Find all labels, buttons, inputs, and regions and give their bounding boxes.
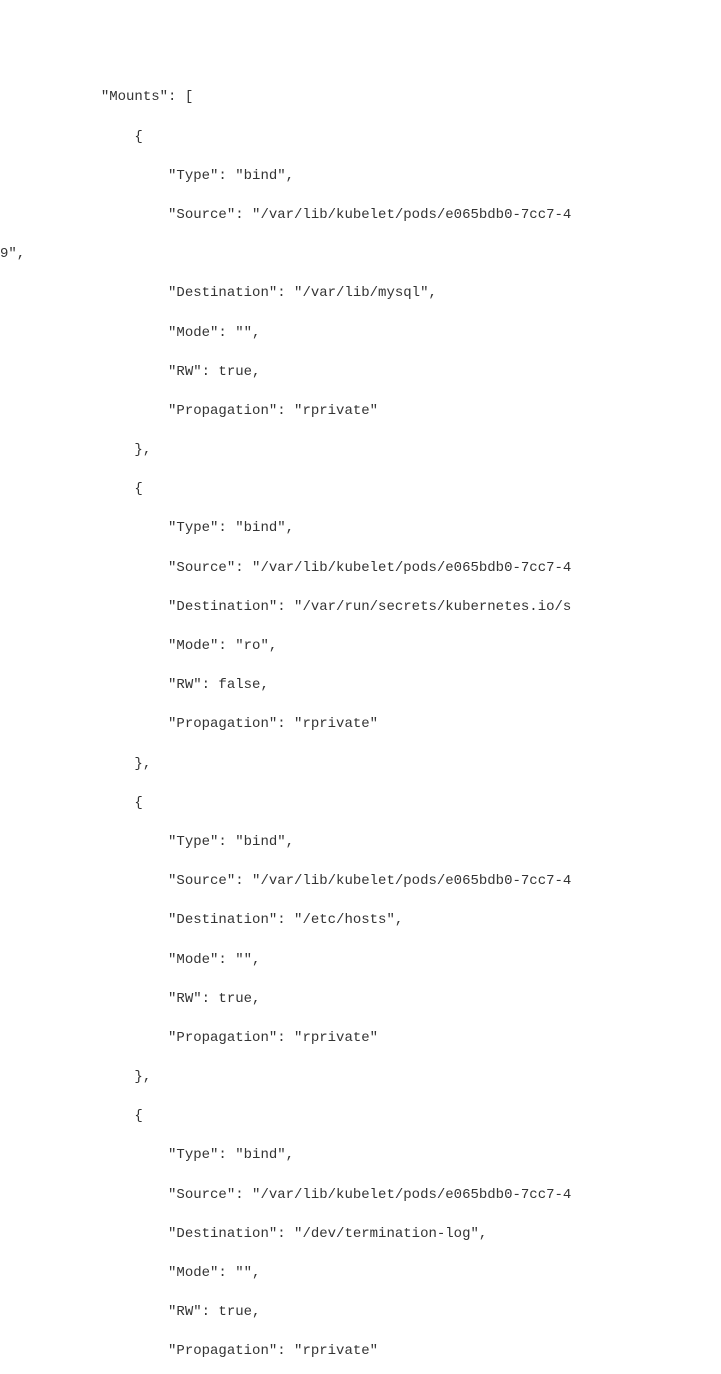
- code-line: "Source": "/var/lib/kubelet/pods/e065bdb…: [0, 1186, 721, 1206]
- code-line: "Type": "bind",: [0, 833, 721, 853]
- code-line: },: [0, 441, 721, 461]
- code-line: "Source": "/var/lib/kubelet/pods/e065bdb…: [0, 206, 721, 226]
- code-line: "Mode": "ro",: [0, 637, 721, 657]
- code-line: "Destination": "/dev/termination-log",: [0, 1225, 721, 1245]
- code-line: "Mode": "",: [0, 951, 721, 971]
- code-line: "Mounts": [: [0, 88, 721, 108]
- code-line: {: [0, 480, 721, 500]
- code-line: {: [0, 794, 721, 814]
- code-line: "RW": true,: [0, 1303, 721, 1323]
- code-line: "RW": false,: [0, 676, 721, 696]
- code-line: },: [0, 755, 721, 775]
- code-line: "Destination": "/etc/hosts",: [0, 911, 721, 931]
- code-line: 9",: [0, 245, 721, 265]
- code-line: "Propagation": "rprivate": [0, 1342, 721, 1362]
- code-line: "Destination": "/var/run/secrets/kuberne…: [0, 598, 721, 618]
- code-line: },: [0, 1068, 721, 1088]
- code-line: "Type": "bind",: [0, 519, 721, 539]
- code-line: "Destination": "/var/lib/mysql",: [0, 284, 721, 304]
- code-line: "RW": true,: [0, 363, 721, 383]
- code-line: "Propagation": "rprivate": [0, 402, 721, 422]
- code-line: "Propagation": "rprivate": [0, 715, 721, 735]
- code-line: "RW": true,: [0, 990, 721, 1010]
- code-line: "Source": "/var/lib/kubelet/pods/e065bdb…: [0, 872, 721, 892]
- code-line: "Type": "bind",: [0, 1146, 721, 1166]
- code-line: {: [0, 128, 721, 148]
- code-line: "Type": "bind",: [0, 167, 721, 187]
- code-line: {: [0, 1107, 721, 1127]
- code-line: "Mode": "",: [0, 324, 721, 344]
- code-line: "Source": "/var/lib/kubelet/pods/e065bdb…: [0, 559, 721, 579]
- code-line: "Mode": "",: [0, 1264, 721, 1284]
- code-line: "Propagation": "rprivate": [0, 1029, 721, 1049]
